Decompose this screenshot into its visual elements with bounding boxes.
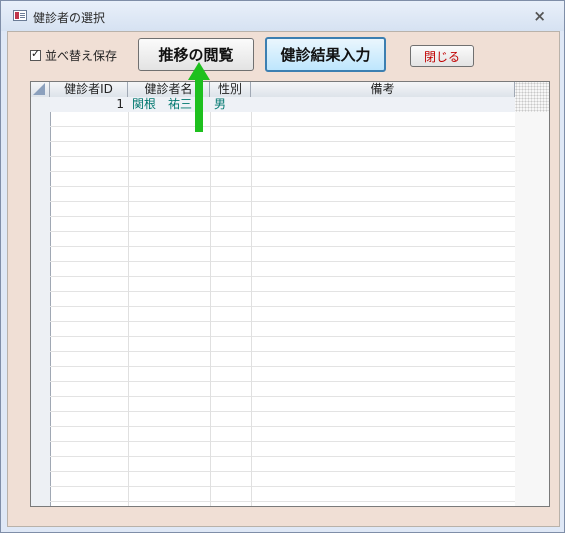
examinee-datasheet[interactable]: 健診者ID 健診者名 性別 備考 1 関根 祐三 男 [30, 81, 550, 507]
title-bar: 健診者の選択 × [1, 1, 564, 31]
grid-filler-area [515, 82, 549, 506]
grid-body [50, 97, 515, 506]
cell-note[interactable] [251, 97, 515, 112]
up-arrow-icon [188, 62, 210, 132]
form-body: 並べ替え保存 推移の閲覧 健診結果入力 閉じる 健診者ID 健診者名 性別 備考… [7, 31, 560, 527]
column-header-sex[interactable]: 性別 [210, 82, 251, 97]
window-title: 健診者の選択 [33, 11, 106, 25]
close-button[interactable]: 閉じる [410, 45, 474, 67]
sort-save-checkbox[interactable]: 並べ替え保存 [30, 47, 117, 64]
column-header-id[interactable]: 健診者ID [50, 82, 128, 97]
form-icon [13, 10, 27, 21]
result-entry-button[interactable]: 健診結果入力 [265, 37, 386, 72]
cell-sex[interactable]: 男 [212, 97, 250, 112]
column-divider [128, 97, 129, 506]
select-all-corner[interactable] [31, 82, 50, 97]
cell-id[interactable]: 1 [50, 97, 127, 112]
sort-save-label: 並べ替え保存 [45, 49, 118, 63]
table-row[interactable]: 1 関根 祐三 男 [50, 97, 515, 112]
row-selector-column[interactable] [31, 97, 51, 506]
close-icon[interactable]: × [533, 7, 546, 25]
column-divider [210, 97, 211, 506]
app-window: 健診者の選択 × 並べ替え保存 推移の閲覧 健診結果入力 閉じる 健診者ID 健… [0, 0, 565, 533]
corner-triangle-icon [33, 83, 45, 95]
checkbox-box[interactable] [30, 47, 41, 61]
column-divider [251, 97, 252, 506]
filler-pattern [515, 82, 549, 112]
column-header-note[interactable]: 備考 [251, 82, 515, 97]
grid-header: 健診者ID 健診者名 性別 備考 [31, 82, 549, 98]
